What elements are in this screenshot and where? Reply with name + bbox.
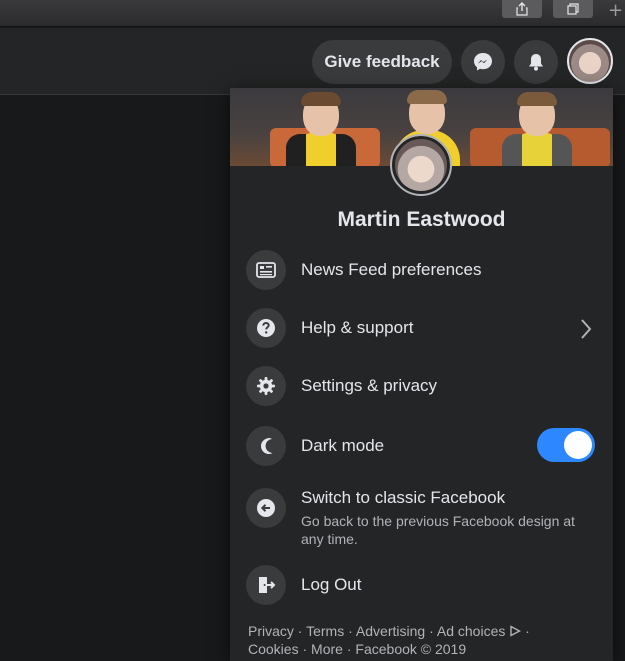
menu-item-label: Switch to classic Facebook [301, 488, 506, 507]
menu-item-news-feed-preferences[interactable]: News Feed preferences [246, 250, 598, 290]
footer-link-ad-choices[interactable]: Ad choices [436, 623, 522, 639]
logout-icon [246, 565, 286, 605]
notifications-button[interactable] [514, 40, 558, 84]
footer-separator: · [346, 641, 352, 657]
footer-links: Privacy · Terms · Advertising · Ad choic… [248, 622, 598, 658]
profile-picture[interactable] [390, 134, 452, 196]
footer-link-advertising[interactable]: Advertising [356, 623, 425, 639]
menu-item-help-support[interactable]: Help & support [246, 308, 598, 348]
messenger-icon [474, 53, 492, 71]
footer-separator: · [297, 623, 303, 639]
footer-ad-choices-label: Ad choices [436, 623, 506, 639]
dark-mode-toggle[interactable] [537, 428, 595, 462]
menu-item-sublabel: Go back to the previous Facebook design … [301, 513, 575, 547]
menu-item-log-out[interactable]: Log Out [246, 565, 598, 605]
top-navigation-bar: Give feedback [0, 28, 625, 95]
footer-copyright: Facebook © 2019 [355, 641, 467, 657]
account-menu: Martin Eastwood News Feed preferences He… [230, 88, 613, 661]
gear-icon [246, 366, 286, 406]
new-tab-button[interactable]: + [608, 2, 623, 20]
footer-separator: · [429, 623, 434, 639]
footer-separator: · [348, 623, 353, 639]
footer-link-cookies[interactable]: Cookies [248, 641, 299, 657]
share-icon[interactable] [502, 0, 542, 18]
menu-item-label: Settings & privacy [301, 376, 438, 395]
toggle-knob [564, 431, 592, 459]
footer-link-privacy[interactable]: Privacy [248, 623, 294, 639]
footer-separator: · [302, 641, 308, 657]
ad-choices-icon [510, 625, 522, 637]
footer-link-more[interactable]: More [311, 641, 343, 657]
menu-item-label: Log Out [301, 575, 362, 594]
bell-icon [529, 54, 543, 71]
news-feed-icon [246, 250, 286, 290]
menu-item-label: News Feed preferences [301, 260, 482, 279]
menu-item-label: Dark mode [301, 436, 385, 455]
arrow-left-icon [246, 488, 286, 528]
footer-separator: · [525, 623, 530, 639]
profile-name[interactable]: Martin Eastwood [230, 208, 613, 232]
tabs-icon[interactable] [553, 0, 593, 18]
messenger-button[interactable] [461, 40, 505, 84]
browser-toolbar: + [0, 0, 625, 27]
cover-person [502, 92, 572, 166]
menu-item-settings-privacy[interactable]: Settings & privacy [246, 366, 598, 406]
moon-icon [246, 426, 286, 466]
cover-person [286, 92, 356, 166]
question-icon [246, 308, 286, 348]
footer-link-terms[interactable]: Terms [306, 623, 344, 639]
account-avatar[interactable] [567, 38, 613, 84]
menu-item-label: Help & support [301, 318, 414, 337]
give-feedback-button[interactable]: Give feedback [312, 40, 452, 84]
chevron-right-icon [581, 319, 592, 339]
